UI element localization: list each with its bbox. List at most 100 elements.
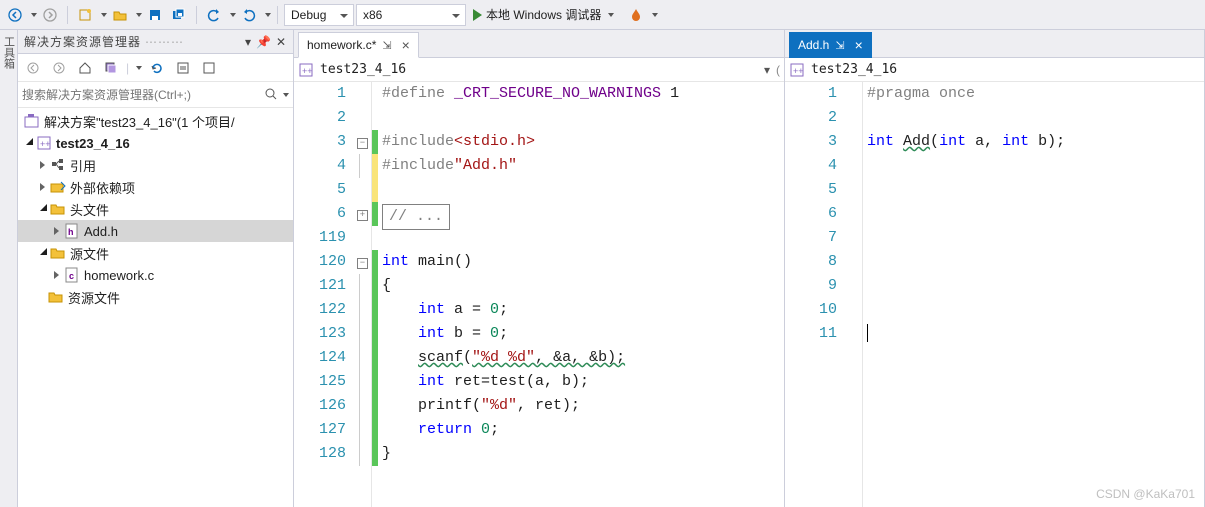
hot-reload-dd[interactable] <box>652 13 658 17</box>
svg-text:++: ++ <box>40 139 51 149</box>
new-item-button[interactable] <box>74 4 96 26</box>
project-icon: ++ <box>789 62 805 78</box>
hot-reload-button[interactable] <box>625 4 647 26</box>
platform-combo[interactable]: x86 <box>356 4 466 26</box>
fold-minus-icon[interactable]: − <box>357 258 368 269</box>
resources-folder-node[interactable]: 资源文件 <box>18 286 293 308</box>
se-view-dd[interactable] <box>136 66 142 70</box>
redo-button[interactable] <box>238 4 260 26</box>
solution-search-input[interactable] <box>22 85 264 105</box>
expand-icon[interactable] <box>52 270 62 280</box>
se-refresh-button[interactable] <box>146 57 168 79</box>
close-icon[interactable]: × <box>402 37 410 53</box>
title-drag-dots: ⋯⋯⋯ <box>145 35 184 49</box>
h-file-icon: h <box>64 223 80 239</box>
platform-label: x86 <box>363 8 382 22</box>
expand-icon[interactable] <box>38 182 48 192</box>
solution-explorer-title: 解决方案资源管理器 ⋯⋯⋯ ▾ 📌 ✕ <box>18 30 293 54</box>
fold-plus-icon[interactable]: + <box>357 210 368 221</box>
code-editor[interactable]: 1 2 3 4 5 6 119 120 121 122 123 124 125 … <box>294 82 784 507</box>
solution-node[interactable]: 解决方案"test23_4_16"(1 个项目/ <box>18 110 293 132</box>
folder-icon <box>50 245 66 261</box>
headers-folder-node[interactable]: 头文件 <box>18 198 293 220</box>
ln: 122 <box>294 298 346 322</box>
ln: 3 <box>294 130 346 154</box>
toolbar-separator <box>277 6 278 24</box>
ln: 4 <box>294 154 346 178</box>
collapse-icon[interactable] <box>24 138 34 148</box>
config-combo[interactable]: Debug <box>284 4 354 26</box>
header-file-label: Add.h <box>84 224 118 239</box>
code-lines[interactable]: #pragma once int Add(int a, int b); <box>863 82 1204 507</box>
ln: 1 <box>294 82 346 106</box>
se-back-button[interactable] <box>22 57 44 79</box>
toolbar-separator <box>196 6 197 24</box>
toolbar-separator <box>67 6 68 24</box>
nav-back-button[interactable] <box>4 4 26 26</box>
redo-dd[interactable] <box>265 13 271 17</box>
expand-icon[interactable] <box>52 226 62 236</box>
tab-add-h[interactable]: Add.h ⇲ × <box>789 32 872 58</box>
nav-back-dd[interactable] <box>31 13 37 17</box>
ln: 2 <box>294 106 346 130</box>
open-dd[interactable] <box>136 13 142 17</box>
start-debug-button[interactable]: 本地 Windows 调试器 <box>468 4 623 26</box>
references-label: 引用 <box>70 156 96 175</box>
ln: 121 <box>294 274 346 298</box>
references-icon <box>50 157 66 173</box>
solution-explorer-title-text: 解决方案资源管理器 <box>24 33 141 50</box>
se-fwd-button[interactable] <box>48 57 70 79</box>
solution-search-box[interactable] <box>18 82 293 108</box>
panel-pin-icon[interactable]: 📌 <box>256 35 272 49</box>
external-deps-node[interactable]: 外部依赖项 <box>18 176 293 198</box>
save-all-button[interactable] <box>168 4 190 26</box>
ln: 3 <box>785 130 837 154</box>
pin-icon[interactable]: ⇲ <box>382 39 391 52</box>
tab-label: Add.h <box>798 38 829 52</box>
svg-text:++: ++ <box>793 66 804 76</box>
references-node[interactable]: 引用 <box>18 154 293 176</box>
line-number-gutter: 1 2 3 4 5 6 119 120 121 122 123 124 125 … <box>294 82 354 507</box>
se-stack-button[interactable] <box>100 57 122 79</box>
code-breadcrumb[interactable]: ++ test23_4_16 <box>785 58 1204 82</box>
editor-area: homework.c* ⇲ × ++ test23_4_16 ▾ ( 1 2 3… <box>294 30 1205 507</box>
ln: 125 <box>294 370 346 394</box>
close-icon[interactable]: × <box>855 37 863 53</box>
ln: 120 <box>294 250 346 274</box>
ln: 6 <box>294 202 346 226</box>
tab-strip-right: Add.h ⇲ × <box>785 30 1204 58</box>
new-item-dd[interactable] <box>101 13 107 17</box>
project-node[interactable]: ++ test23_4_16 <box>18 132 293 154</box>
panel-dropdown-icon[interactable]: ▾ <box>245 35 252 49</box>
collapse-icon[interactable] <box>38 248 48 258</box>
svg-text:c: c <box>69 271 74 281</box>
source-file-node[interactable]: c homework.c <box>18 264 293 286</box>
undo-dd[interactable] <box>230 13 236 17</box>
collapse-icon[interactable] <box>38 204 48 214</box>
breadcrumb-dd[interactable]: ▾ <box>758 63 776 77</box>
sources-folder-node[interactable]: 源文件 <box>18 242 293 264</box>
header-file-node[interactable]: h Add.h <box>18 220 293 242</box>
fold-column: − + − <box>354 82 372 507</box>
fold-minus-icon[interactable]: − <box>357 138 368 149</box>
pin-icon[interactable]: ⇲ <box>835 39 844 52</box>
side-strip[interactable]: 工具箱 <box>0 30 18 507</box>
code-breadcrumb[interactable]: ++ test23_4_16 ▾ ( <box>294 58 784 82</box>
tab-homework-c[interactable]: homework.c* ⇲ × <box>298 32 419 58</box>
save-button[interactable] <box>144 4 166 26</box>
ln: 9 <box>785 274 837 298</box>
nav-fwd-button[interactable] <box>39 4 61 26</box>
code-lines[interactable]: #define _CRT_SECURE_NO_WARNINGS 1 #inclu… <box>378 82 784 507</box>
se-properties-button[interactable] <box>198 57 220 79</box>
config-label: Debug <box>291 8 326 22</box>
expand-icon[interactable] <box>38 160 48 170</box>
undo-button[interactable] <box>203 4 225 26</box>
se-collapse-button[interactable] <box>172 57 194 79</box>
code-editor[interactable]: 1 2 3 4 5 6 7 8 9 10 11 #pragma once int… <box>785 82 1204 507</box>
open-button[interactable] <box>109 4 131 26</box>
se-home-button[interactable] <box>74 57 96 79</box>
watermark: CSDN @KaKa701 <box>1096 487 1195 501</box>
text-cursor <box>867 324 868 342</box>
search-dd[interactable] <box>283 93 289 97</box>
panel-close-icon[interactable]: ✕ <box>276 35 287 49</box>
